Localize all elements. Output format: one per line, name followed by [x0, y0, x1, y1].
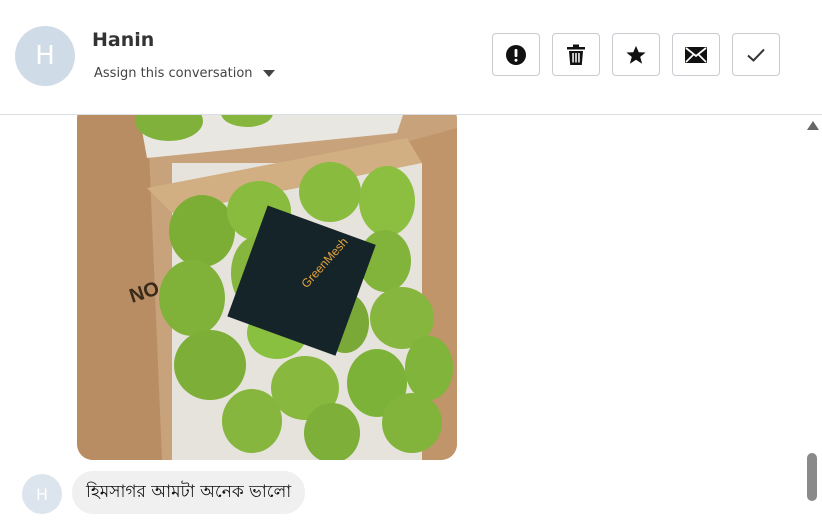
- exclamation-circle-icon: [506, 44, 526, 65]
- message-bubble[interactable]: হিমসাগর আমটা অনেক ভালো: [72, 471, 306, 514]
- mango-box-photo: GreenMesh NO: [77, 115, 457, 460]
- caret-down-icon: [262, 70, 275, 77]
- message-thread[interactable]: GreenMesh NO H হিমসাগর আমটা অনেক ভালো: [0, 115, 822, 520]
- trash-icon: [567, 44, 585, 65]
- contact-avatar-initial: H: [35, 41, 55, 71]
- star-button[interactable]: [612, 33, 660, 76]
- sender-avatar: H: [22, 474, 62, 514]
- mark-spam-button[interactable]: [492, 33, 540, 76]
- message-photo[interactable]: GreenMesh NO: [77, 115, 457, 460]
- sender-avatar-initial: H: [35, 484, 49, 504]
- contact-name[interactable]: Hanin: [92, 29, 154, 51]
- conversation-header: H Hanin Assign this conversation: [0, 0, 822, 115]
- assign-label: Assign this conversation: [94, 66, 253, 81]
- mark-done-button[interactable]: [732, 33, 780, 76]
- delete-button[interactable]: [552, 33, 600, 76]
- scrollbar[interactable]: [802, 115, 822, 520]
- star-icon: [626, 45, 646, 64]
- message-text: হিমসাগর আমটা অনেক ভালো: [86, 481, 292, 502]
- scrollbar-thumb[interactable]: [807, 453, 817, 501]
- assign-conversation-dropdown[interactable]: Assign this conversation: [94, 66, 275, 81]
- mark-unread-button[interactable]: [672, 33, 720, 76]
- contact-avatar[interactable]: H: [15, 26, 75, 86]
- envelope-icon: [685, 46, 707, 63]
- check-icon: [747, 48, 765, 62]
- scroll-up-arrow-icon[interactable]: [807, 121, 819, 130]
